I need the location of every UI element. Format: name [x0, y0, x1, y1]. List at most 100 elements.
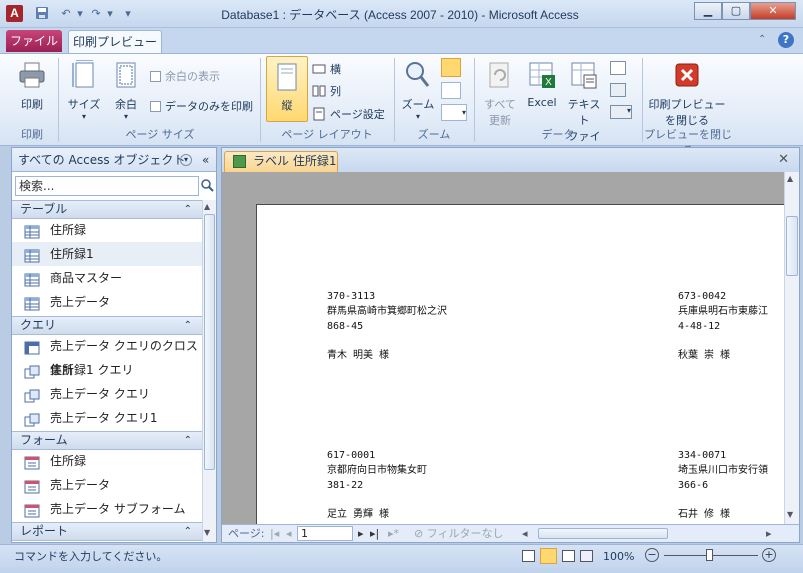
pdf-export-icon[interactable]	[610, 61, 626, 75]
zoom-button[interactable]: ズーム ▾	[398, 60, 438, 121]
scroll-right-icon[interactable]: ▸	[766, 525, 772, 542]
label-zip: 617-0001	[327, 450, 376, 461]
scroll-up-icon[interactable]: ▲	[204, 202, 210, 211]
minimize-ribbon-icon[interactable]: ⌃	[758, 34, 766, 45]
page-size-icon	[72, 59, 94, 88]
document-vertical-scrollbar[interactable]: ▲ ▼	[784, 172, 799, 524]
nav-item-form[interactable]: 売上データ サブフォーム	[12, 497, 202, 521]
nav-item-form[interactable]: 売上データ	[12, 473, 202, 497]
nav-section-forms[interactable]: フォーム ⌃	[12, 431, 202, 450]
label-number: 366-6	[678, 480, 709, 491]
zoom-out-icon[interactable]: −	[645, 548, 659, 562]
page-setup-icon	[313, 107, 325, 121]
columns-button[interactable]: 列	[312, 83, 341, 99]
new-page-icon[interactable]: ▸*	[388, 525, 399, 542]
search-icon[interactable]	[201, 179, 214, 195]
close-document-icon[interactable]: ✕	[778, 152, 789, 167]
query-icon	[24, 387, 40, 403]
magnifier-icon	[406, 62, 430, 87]
last-page-icon[interactable]: ▸|	[370, 525, 379, 542]
margins-button[interactable]: 余白 ▾	[108, 60, 144, 121]
next-page-icon[interactable]: ▸	[358, 525, 364, 542]
tab-print-preview[interactable]: 印刷プレビュー	[68, 30, 162, 53]
collapse-nav-icon[interactable]: «	[202, 148, 209, 172]
preview-canvas[interactable]: 370-3113 群馬県高崎市箕郷町松之沢 868-45 青木 明美 様 673…	[222, 172, 784, 524]
group-separator	[260, 58, 261, 142]
nav-section-tables[interactable]: テーブル ⌃	[12, 200, 202, 219]
landscape-button[interactable]: 横	[312, 61, 341, 77]
scroll-left-icon[interactable]: ◂	[522, 525, 528, 542]
nav-item-query[interactable]: 売上データ クエリのクロス集計	[12, 334, 202, 377]
svg-text:X: X	[545, 77, 552, 88]
zoom-in-icon[interactable]: +	[762, 548, 776, 562]
customize-toolbar-icon[interactable]: ▾	[120, 6, 136, 22]
scroll-down-icon[interactable]: ▼	[787, 510, 793, 519]
more-pages-icon[interactable]: ▾	[441, 104, 467, 121]
scroll-down-icon[interactable]: ▼	[204, 528, 210, 537]
collapse-section-icon: ⌃	[183, 435, 192, 446]
maximize-button[interactable]: ▢	[722, 2, 750, 20]
nav-search-input[interactable]: 検索...	[15, 176, 199, 196]
nav-item-query[interactable]: 売上データ クエリ	[12, 382, 202, 406]
redo-dropdown-icon[interactable]: ▾	[102, 6, 118, 22]
help-icon[interactable]: ?	[778, 32, 794, 48]
query-icon	[24, 363, 40, 379]
scroll-up-icon[interactable]: ▲	[787, 174, 793, 183]
window-close-button[interactable]: ✕	[750, 2, 796, 20]
one-page-icon[interactable]	[441, 58, 461, 77]
nav-item-query[interactable]: 住所録1 クエリ	[12, 358, 202, 382]
zoom-slider-thumb[interactable]	[706, 549, 713, 561]
document-scroll-thumb[interactable]	[786, 216, 798, 276]
save-icon[interactable]	[34, 6, 50, 22]
first-page-icon[interactable]: |◂	[270, 525, 279, 542]
nav-item-query[interactable]: 売上データ クエリ1	[12, 406, 202, 430]
form-icon	[24, 478, 40, 494]
design-view-icon[interactable]	[580, 550, 593, 562]
nav-item-table[interactable]: 売上データ	[12, 290, 202, 314]
horizontal-scroll-thumb[interactable]	[538, 528, 668, 539]
nav-menu-dropdown-icon[interactable]: ▾	[180, 154, 192, 166]
collapse-section-icon: ⌃	[183, 320, 192, 331]
minimize-button[interactable]: ▁	[694, 2, 722, 20]
nav-scrollbar[interactable]: ▲ ▼	[202, 200, 216, 542]
label-address: 兵庫県明石市東藤江	[678, 306, 768, 317]
email-export-icon[interactable]	[610, 83, 626, 97]
close-print-preview-button[interactable]: 印刷プレビュー を閉じる	[648, 60, 726, 128]
more-export-icon[interactable]: ▾	[610, 105, 632, 119]
checkbox-icon	[150, 70, 161, 82]
tab-file[interactable]: ファイル	[6, 30, 62, 52]
nav-item-form[interactable]: 住所録	[12, 449, 202, 473]
nav-section-reports[interactable]: レポート ⌃	[12, 522, 202, 541]
table-icon	[24, 295, 40, 311]
export-text-file-button[interactable]: テキスト ファイル	[564, 60, 604, 160]
label-name: 石井 修 様	[678, 509, 731, 520]
nav-scroll-thumb[interactable]	[204, 214, 215, 470]
filter-status[interactable]: ⊘ フィルターなし	[414, 525, 504, 542]
nav-item-table[interactable]: 住所録1	[12, 242, 202, 266]
print-button[interactable]: 印刷	[12, 60, 52, 112]
report-view-icon[interactable]	[522, 550, 535, 562]
nav-item-table[interactable]: 商品マスター	[12, 266, 202, 290]
size-button[interactable]: サイズ ▾	[66, 59, 102, 121]
layout-view-icon[interactable]	[562, 550, 575, 562]
page-number-input[interactable]: 1	[297, 526, 353, 541]
portrait-button[interactable]: 縦	[266, 56, 308, 122]
nav-section-queries[interactable]: クエリ ⌃	[12, 316, 202, 335]
form-icon	[24, 454, 40, 470]
previous-page-icon[interactable]: ◂	[286, 525, 292, 542]
two-pages-icon[interactable]	[441, 82, 461, 99]
access-app-icon[interactable]: A	[6, 5, 23, 22]
collapse-section-icon: ⌃	[183, 526, 192, 537]
print-data-only-checkbox[interactable]: データのみを印刷	[150, 98, 253, 114]
label-number: 4-48-12	[678, 321, 721, 332]
export-excel-button[interactable]: X Excel	[522, 60, 562, 109]
nav-item-table[interactable]: 住所録	[12, 218, 202, 242]
show-margins-checkbox[interactable]: 余白の表示	[150, 68, 220, 84]
document-tab-label-report[interactable]: ラベル 住所録1	[224, 151, 338, 172]
page-setup-button[interactable]: ページ設定	[312, 106, 385, 122]
label-zip: 673-0042	[678, 291, 727, 302]
refresh-all-button[interactable]: すべて 更新	[480, 60, 520, 128]
undo-dropdown-icon[interactable]: ▾	[72, 6, 88, 22]
print-preview-view-icon[interactable]	[540, 548, 557, 564]
nav-pane-header[interactable]: すべての Access オブジェクト ▾ «	[12, 148, 216, 172]
